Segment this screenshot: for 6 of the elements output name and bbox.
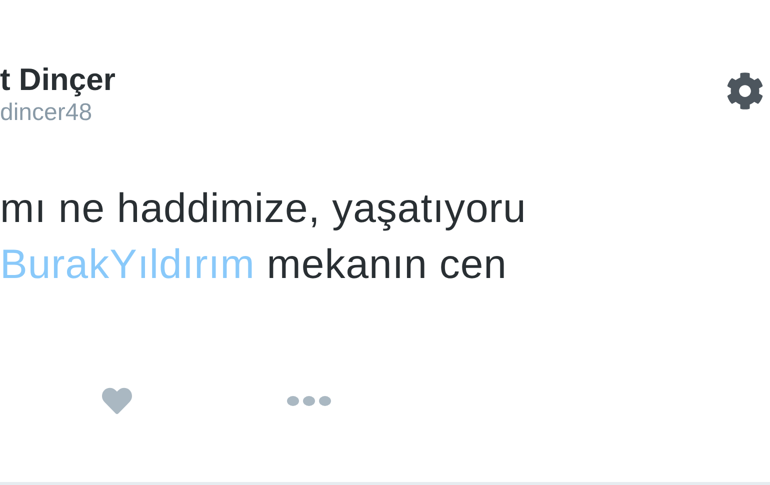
tweet-text: BurakYıldırım mekanın cen: [0, 240, 508, 289]
more-icon[interactable]: [286, 394, 332, 408]
author-name[interactable]: t Dinçer: [0, 62, 116, 98]
tweet-text: mı ne haddimize, yaşatıyoru: [0, 184, 528, 233]
heart-icon[interactable]: [100, 386, 134, 416]
settings-icon[interactable]: [726, 72, 764, 110]
